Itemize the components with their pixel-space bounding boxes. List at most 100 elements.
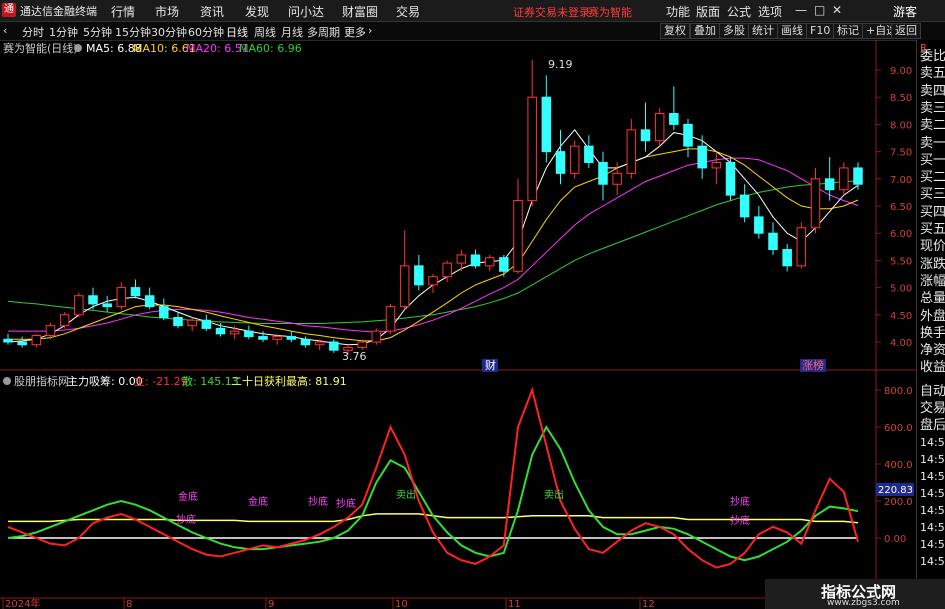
time-tick-label: 2024年: [5, 597, 40, 609]
stock-chart[interactable]: 9.00 8.50 8.00 7.50 7.00 6.50 6.00 5.50 5.00 4.50…: [0, 40, 945, 609]
chevron-left-icon[interactable]: ‹: [3, 24, 7, 37]
indicator-axis: 800.0 600.0 400.0 200.0 0.00: [876, 386, 913, 545]
candle-body: [187, 319, 197, 327]
signal-label: 卖出: [396, 488, 416, 501]
candle-body: [272, 336, 282, 340]
candle-body: [697, 145, 707, 169]
period-15min[interactable]: 15分钟: [115, 24, 151, 40]
time-axis: 2024年 8 9 10 11 12: [2, 597, 655, 609]
period-monthly[interactable]: 月线: [281, 24, 303, 40]
panel-field-label: 换手: [920, 325, 945, 341]
candle-body: [584, 145, 594, 163]
candle-body: [569, 145, 580, 174]
menu-formula[interactable]: 公式: [727, 3, 751, 20]
candle-body: [201, 319, 212, 329]
panel-field-label: 卖一: [920, 135, 945, 151]
candle-body: [598, 161, 608, 185]
period-multi[interactable]: 多周期: [307, 24, 340, 40]
signal-label: 抄底: [308, 495, 328, 508]
candle-body: [739, 194, 750, 218]
mark-button[interactable]: 标记: [833, 23, 863, 39]
menu-trade[interactable]: 交易: [396, 3, 420, 20]
panel-mode-label[interactable]: 盘后: [920, 417, 945, 434]
financial-report-badge-label: 财: [485, 358, 496, 372]
candle-body: [484, 257, 495, 267]
minimize-icon[interactable]: —: [795, 3, 807, 17]
candle-body: [173, 317, 183, 327]
period-1min[interactable]: 1分钟: [49, 24, 78, 40]
signal-label: 抄底: [730, 514, 750, 527]
high-price-label: 9.19: [548, 58, 573, 71]
panel-time-label: 14:56: [920, 453, 945, 466]
indicator-lines: [7, 386, 859, 569]
candle-body: [725, 161, 736, 196]
menu-ask-xiaoda[interactable]: 问小达: [288, 3, 324, 20]
indicator-main: 主: -21.29: [134, 375, 188, 388]
price-axis: 9.00 8.50 8.00 7.50 7.00 6.50 6.00 5.50 5.00 4.50…: [876, 66, 912, 349]
close-icon[interactable]: ✕: [832, 3, 842, 17]
candle-body: [442, 262, 452, 278]
period-60min[interactable]: 60分钟: [188, 24, 224, 40]
price-tick-label: 5.00: [890, 284, 912, 295]
candlesticks: [3, 59, 863, 356]
trade-not-logged-in-warning[interactable]: 证券交易未登录: [513, 4, 590, 20]
settings-dot-icon[interactable]: [74, 44, 82, 52]
menu-quotes[interactable]: 行情: [111, 3, 135, 20]
menu-functions[interactable]: 功能: [666, 3, 690, 20]
candle-body: [853, 167, 863, 185]
panel-field-label: 买三: [920, 187, 945, 203]
panel-mode-label[interactable]: 交易: [920, 400, 945, 417]
indicator-tick-label: 0.00: [884, 534, 906, 545]
candle-body: [768, 232, 778, 251]
menu-wealth-circle[interactable]: 财富圈: [342, 3, 378, 20]
period-toolbar: ‹ 分时 1分钟 5分钟 15分钟 30分钟 60分钟 日线 周线 月线 多周期…: [0, 22, 945, 41]
overlay-button[interactable]: 叠加: [690, 23, 720, 39]
f10-button[interactable]: F10: [806, 23, 835, 39]
menu-layout[interactable]: 版面: [696, 3, 720, 20]
price-tick-label: 6.00: [890, 229, 912, 240]
title-bar: 通 通达信金融终端 行情 市场 资讯 发现 问小达 财富圈 交易 证券交易未登录…: [0, 0, 945, 22]
period-weekly[interactable]: 周线: [254, 24, 276, 40]
candle-body: [215, 327, 226, 335]
current-stock-name[interactable]: 赛为智能: [588, 4, 632, 20]
menu-options[interactable]: 选项: [758, 3, 782, 20]
indicator-tick-label: 600.0: [884, 423, 913, 434]
panel-time-label: 14:56: [920, 504, 945, 517]
candle-body: [300, 338, 311, 346]
indicator-tick-label: 800.0: [884, 386, 913, 397]
multi-stock-button[interactable]: 多股: [719, 23, 749, 39]
candle-body: [130, 287, 141, 297]
maximize-icon[interactable]: □: [814, 3, 825, 17]
indicator-settings-icon[interactable]: [3, 377, 11, 385]
period-daily[interactable]: 日线: [226, 24, 248, 40]
price-tick-label: 8.00: [890, 120, 912, 131]
panel-time-label: 14:56: [920, 487, 945, 500]
candle-body: [329, 341, 339, 351]
candle-body: [314, 341, 325, 346]
candle-body: [470, 254, 481, 267]
menu-discover[interactable]: 发现: [245, 3, 269, 20]
chevron-right-icon[interactable]: ›: [368, 24, 372, 37]
candle-body: [371, 330, 382, 343]
panel-field-label: 买一: [920, 152, 945, 168]
period-30min[interactable]: 30分钟: [151, 24, 187, 40]
back-button[interactable]: 返回: [891, 23, 921, 39]
period-timeshare[interactable]: 分时: [22, 24, 44, 40]
candle-body: [159, 306, 169, 319]
restore-rights-button[interactable]: 复权: [660, 23, 690, 39]
period-5min[interactable]: 5分钟: [83, 24, 112, 40]
time-tick-label: 8: [126, 599, 132, 609]
menu-news[interactable]: 资讯: [200, 3, 224, 20]
guest-label[interactable]: 游客: [893, 3, 917, 20]
panel-field-label: 净资: [920, 343, 945, 359]
menu-market[interactable]: 市场: [155, 3, 179, 20]
app-logo-icon: 通: [2, 3, 16, 17]
stock-period-label: 赛为智能(日线): [3, 41, 78, 55]
panel-field-label: 总量: [920, 291, 945, 307]
panel-mode-label[interactable]: 自动: [920, 383, 945, 400]
statistics-button[interactable]: 统计: [748, 23, 778, 39]
draw-line-button[interactable]: 画线: [777, 23, 807, 39]
period-more[interactable]: 更多: [344, 24, 366, 40]
candle-body: [244, 330, 254, 338]
signal-label: 抄底: [176, 513, 196, 526]
